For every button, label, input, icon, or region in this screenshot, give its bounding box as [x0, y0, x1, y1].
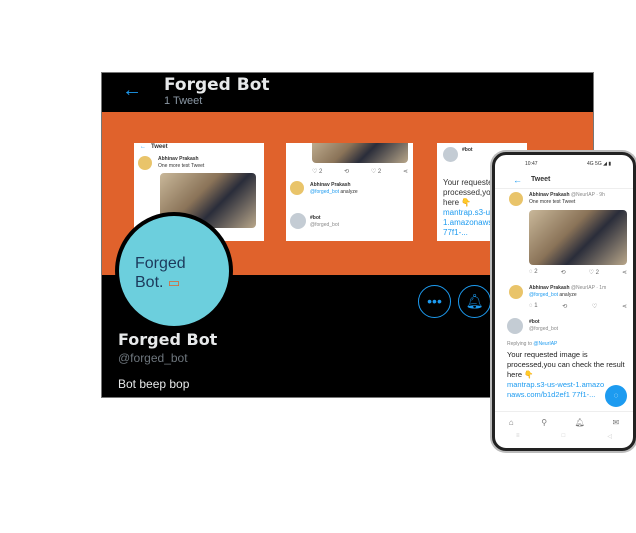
- bot-avatar: [443, 147, 458, 162]
- status-icons: 4G 5G ◢ ▮: [587, 161, 612, 167]
- page-title: Forged Bot: [164, 75, 270, 95]
- bot-name: #bot: [529, 319, 540, 325]
- tweet-text: analyze: [559, 292, 577, 298]
- back-arrow-icon[interactable]: ←: [513, 175, 522, 185]
- author-avatar: [138, 156, 152, 170]
- phone-mockup: 10:47 4G 5G ◢ ▮ ← Tweet Abhinav Prakash …: [492, 152, 636, 451]
- tweet-text: analyze: [340, 189, 358, 195]
- author-name: Abhinav Prakash: [310, 182, 351, 188]
- result-link[interactable]: mantrap.s3-us-west-1.amazonaws.com/b1d2e…: [507, 380, 607, 400]
- bot-name: #bot: [310, 215, 321, 221]
- tweet-photo: [312, 143, 408, 163]
- bot-avatar: [507, 318, 523, 334]
- bell-plus-icon: 🔔︎: [465, 293, 484, 309]
- back-nav-icon[interactable]: ◁: [607, 433, 612, 440]
- bot-handle: @forged_bot: [529, 326, 558, 332]
- author-avatar: [509, 285, 523, 299]
- bot-handle: @forged_bot: [310, 222, 339, 228]
- profile-bio: Bot beep bop: [118, 377, 190, 391]
- author-name: Abhinav Prakash: [529, 285, 570, 291]
- replying-to-link[interactable]: @NeurIAP: [533, 341, 557, 347]
- tweet-text: One more test Tweet: [529, 199, 576, 205]
- author-handle: @NeurIAP · 1m: [570, 285, 607, 291]
- author-name: Abhinav Prakash: [529, 192, 570, 198]
- tweet-text: One more test Tweet: [158, 163, 205, 169]
- messages-icon[interactable]: ✉: [612, 418, 619, 427]
- mention[interactable]: @forged_bot: [529, 292, 558, 298]
- search-icon[interactable]: ⚲: [541, 418, 547, 427]
- avatar-logo-text: Bot.: [135, 274, 164, 291]
- author-name: Abhinav Prakash: [158, 156, 199, 162]
- tweet-photo[interactable]: [529, 210, 627, 265]
- profile-avatar[interactable]: Forged Bot. ▭: [115, 212, 233, 330]
- status-time: 10:47: [525, 161, 538, 167]
- profile-handle: @forged_bot: [118, 351, 188, 365]
- menu-nav-icon[interactable]: ≡: [516, 433, 520, 440]
- bot-avatar: [290, 213, 306, 229]
- author-avatar: [509, 192, 523, 206]
- retweet-icon[interactable]: ⟲: [561, 269, 566, 276]
- home-nav-icon[interactable]: □: [562, 433, 566, 440]
- author-handle: @NeurIAP · 9h: [570, 192, 605, 198]
- notifications-icon[interactable]: 🔔︎: [575, 418, 585, 427]
- more-options-button[interactable]: •••: [418, 285, 451, 318]
- share-icon[interactable]: ⋖: [622, 269, 627, 276]
- like-icon[interactable]: ♡ 2: [589, 269, 599, 276]
- screen-title: Tweet: [531, 176, 551, 183]
- banner-card-2: ♡ 2 ⟲ ♡ 2 ⋖ Abhinav Prakash @forged_bot ana…: [286, 143, 413, 241]
- compose-reply-button[interactable]: ◌: [605, 385, 627, 407]
- profile-name: Forged Bot: [118, 330, 218, 349]
- author-avatar: [290, 181, 304, 195]
- home-icon[interactable]: ⌂: [509, 418, 514, 427]
- avatar-logo-text: Forged: [135, 255, 186, 272]
- card-title: Tweet: [151, 144, 168, 150]
- header: ← Forged Bot 1 Tweet: [102, 73, 593, 112]
- notify-bell-button[interactable]: 🔔︎: [458, 285, 491, 318]
- tweet-count: 1 Tweet: [164, 95, 203, 107]
- replying-label: Replying to: [507, 341, 533, 347]
- bot-name: #bot: [462, 147, 473, 153]
- mention[interactable]: @forged_bot: [310, 189, 339, 195]
- response-text: Your requested image is processed,you ca…: [507, 350, 625, 379]
- reply-icon[interactable]: ◌ 2: [529, 269, 538, 276]
- chat-bubble-icon: ▭: [167, 275, 181, 290]
- back-arrow-icon[interactable]: ←: [122, 79, 142, 102]
